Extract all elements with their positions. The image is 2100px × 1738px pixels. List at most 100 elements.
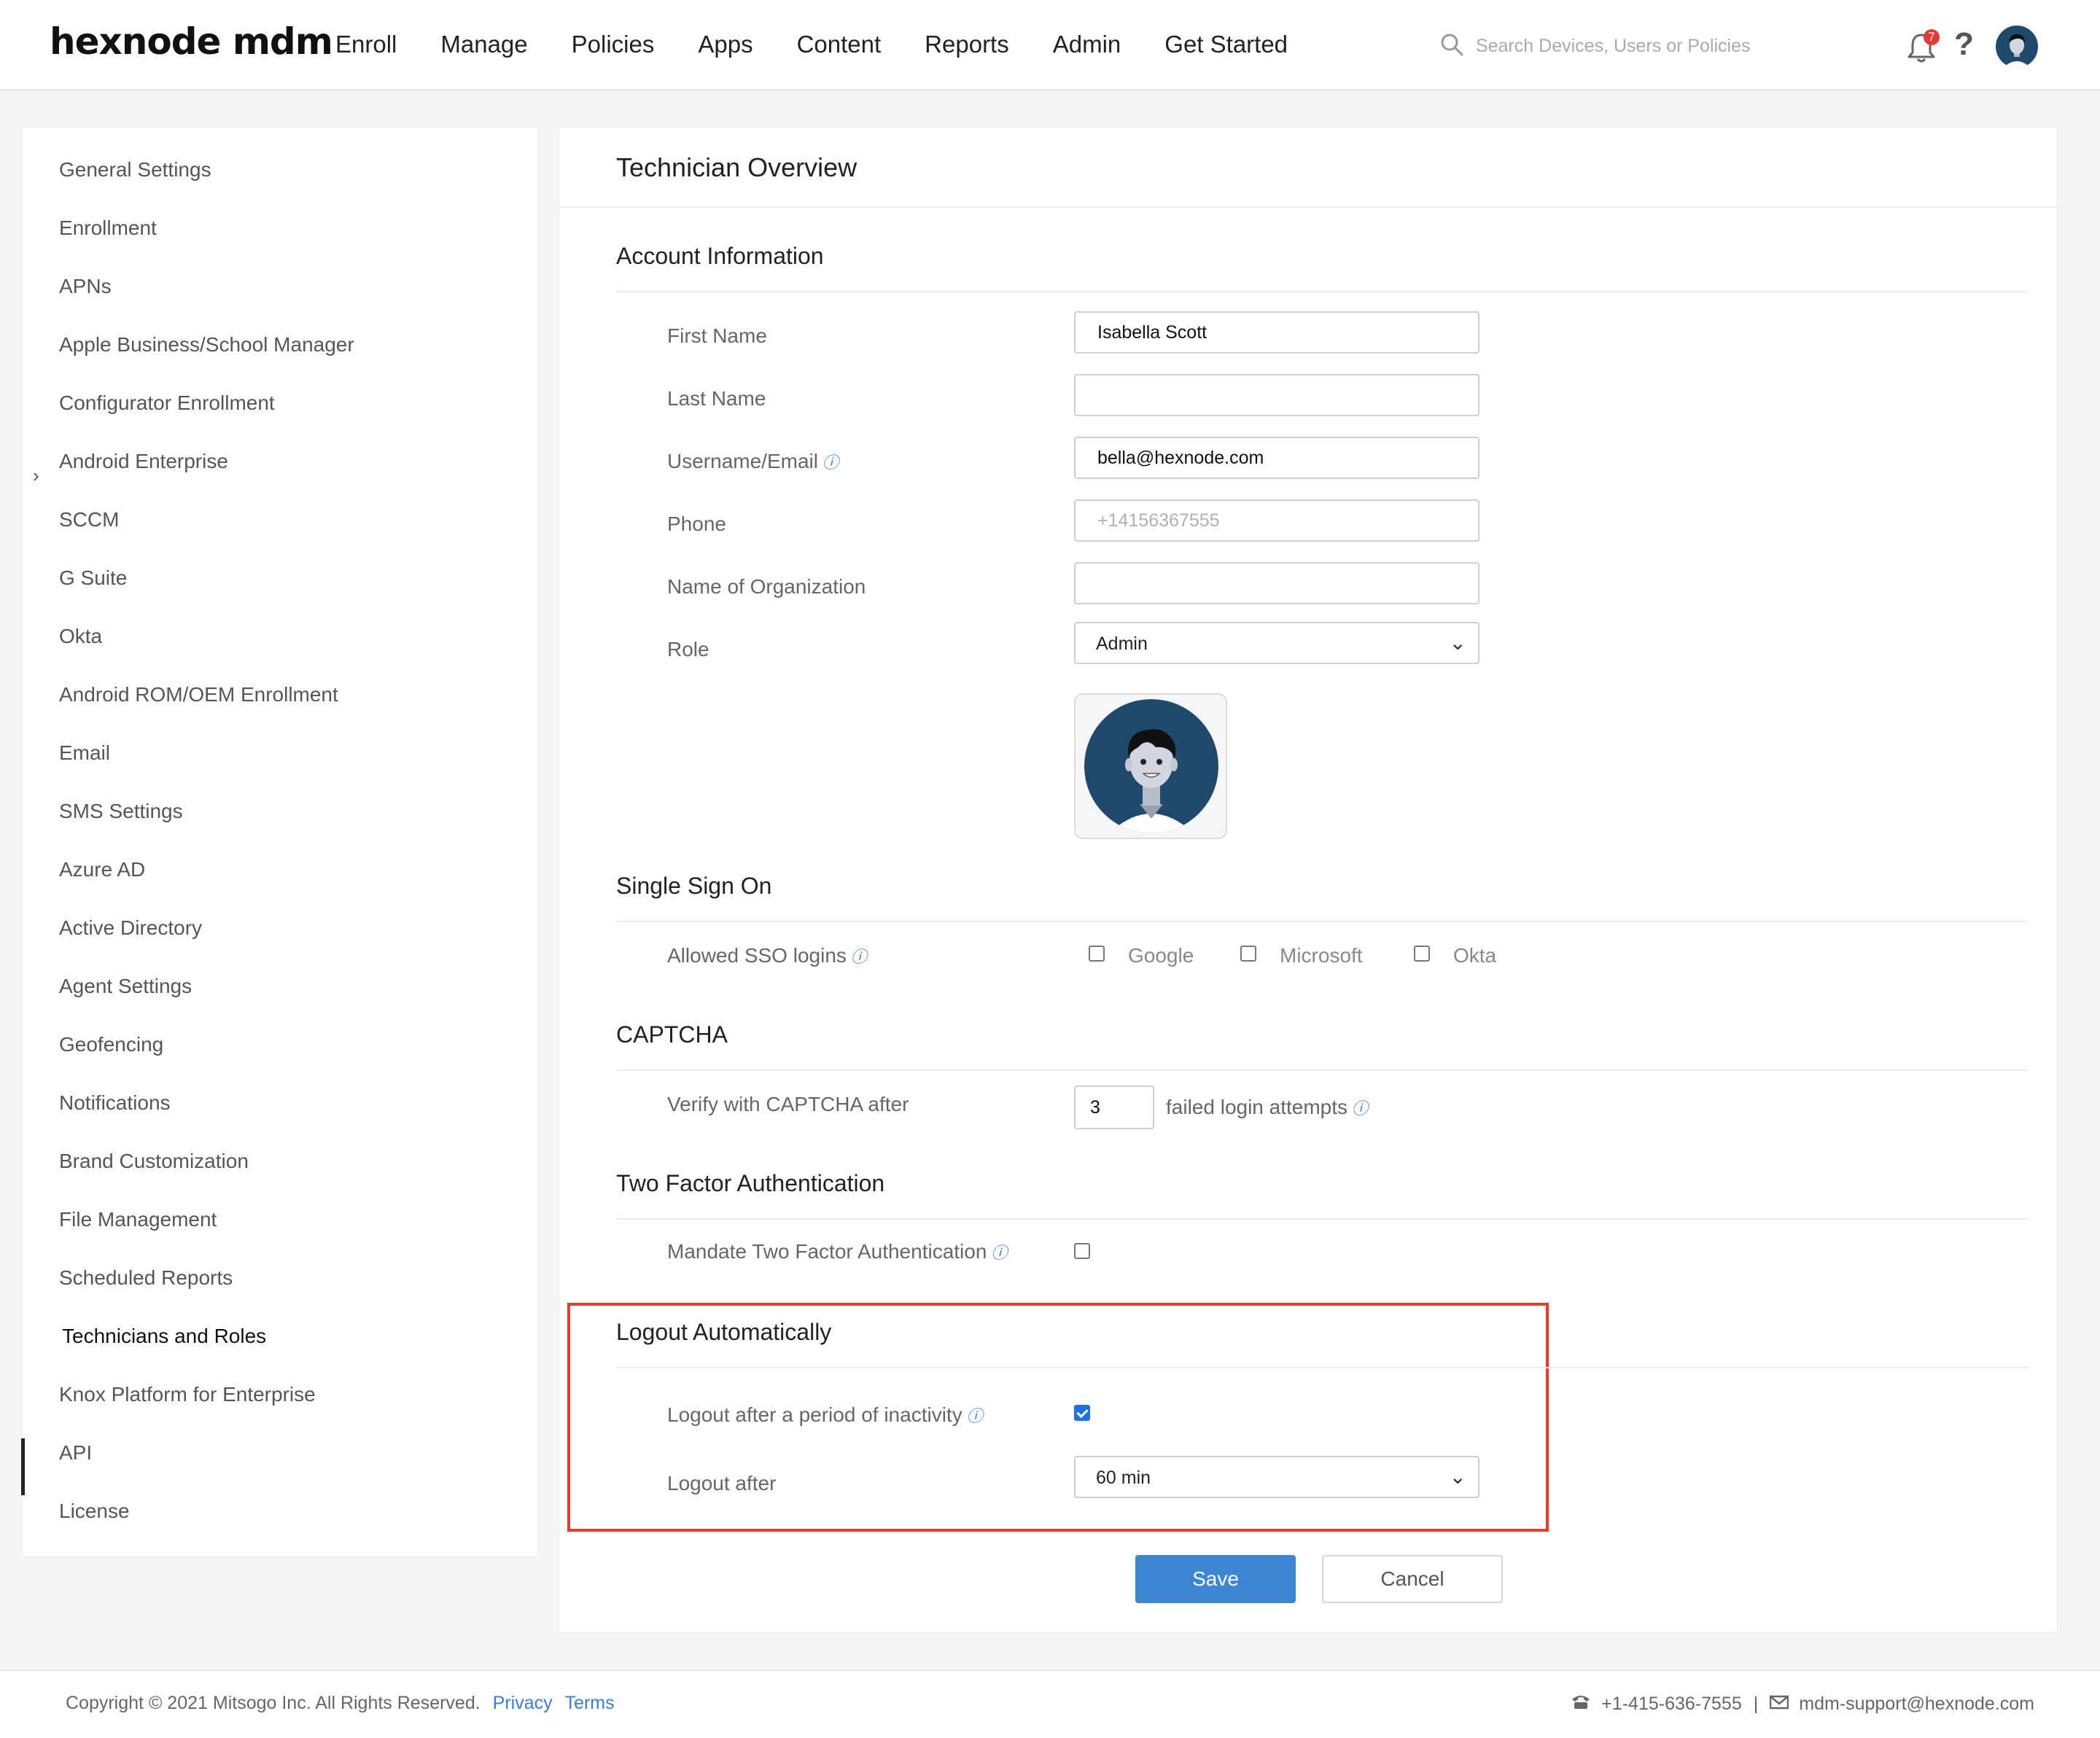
sidebar-item-general-settings[interactable]: General Settings (59, 158, 211, 182)
sidebar-item-scheduled-reports[interactable]: Scheduled Reports (59, 1266, 233, 1290)
sidebar-item-active-directory[interactable]: Active Directory (59, 916, 202, 940)
phone-field[interactable] (1074, 499, 1479, 542)
sso-microsoft-checkbox[interactable] (1240, 946, 1256, 962)
divider (559, 206, 2057, 208)
search-input[interactable] (1474, 35, 1784, 58)
support-email[interactable]: mdm-support@hexnode.com (1799, 1694, 2034, 1715)
sidebar-item-azure-ad[interactable]: Azure AD (59, 858, 145, 881)
section-two-factor-authentication: Two Factor Authentication (616, 1170, 885, 1196)
role-select-value: Admin (1096, 634, 1148, 654)
sidebar-item-notifications[interactable]: Notifications (59, 1091, 171, 1115)
save-button[interactable]: Save (1135, 1555, 1296, 1603)
page-footer: Copyright © 2021 Mitsogo Inc. All Rights… (0, 1669, 2100, 1738)
settings-sidebar: › General Settings Enrollment APNs Apple… (21, 127, 538, 1557)
sidebar-item-apns[interactable]: APNs (59, 275, 112, 298)
nav-get-started[interactable]: Get Started (1164, 31, 1288, 58)
sidebar-item-sms-settings[interactable]: SMS Settings (59, 800, 183, 823)
nav-apps[interactable]: Apps (698, 31, 752, 58)
organization-name-field[interactable] (1074, 562, 1479, 604)
nav-reports[interactable]: Reports (925, 31, 1009, 58)
info-icon[interactable]: ⓘ (822, 450, 839, 473)
footer-copyright: Copyright © 2021 Mitsogo Inc. All Rights… (66, 1693, 615, 1714)
hexnode-logo[interactable]: hexnode mdm (50, 20, 333, 63)
divider (616, 1218, 2028, 1220)
footer-contact: +1-415-636-7555 | mdm-support@hexnode.co… (1571, 1693, 2034, 1715)
privacy-link[interactable]: Privacy (493, 1693, 553, 1713)
main-nav: Enroll Manage Policies Apps Content Repo… (335, 0, 1331, 89)
cancel-button[interactable]: Cancel (1322, 1555, 1503, 1603)
captcha-attempts-field[interactable] (1074, 1086, 1154, 1129)
sidebar-item-brand-customization[interactable]: Brand Customization (59, 1150, 249, 1173)
sidebar-item-knox-platform[interactable]: Knox Platform for Enterprise (59, 1383, 316, 1406)
sso-microsoft-label[interactable]: Microsoft (1280, 944, 1363, 967)
copyright-text: Copyright © 2021 Mitsogo Inc. All Rights… (66, 1693, 481, 1713)
contact-separator: | (1753, 1694, 1759, 1714)
logout-after-label: Logout after (667, 1472, 777, 1495)
sso-okta-label[interactable]: Okta (1453, 944, 1496, 967)
help-icon[interactable]: ? (1954, 26, 1974, 63)
search-icon[interactable] (1439, 32, 1464, 61)
mandate-2fa-label: Mandate Two Factor Authentication ⓘ (667, 1240, 1007, 1263)
role-select[interactable]: Admin ⌄ (1074, 622, 1479, 664)
logout-inactivity-label-text: Logout after a period of inactivity (667, 1403, 962, 1426)
info-icon[interactable]: ⓘ (967, 1403, 983, 1427)
user-avatar-icon[interactable] (1995, 25, 2039, 72)
sidebar-item-license[interactable]: License (59, 1500, 130, 1523)
sidebar-item-enrollment[interactable]: Enrollment (59, 217, 157, 240)
failed-login-attempts-text: failed login attempts (1166, 1096, 1348, 1118)
first-name-field[interactable] (1074, 311, 1479, 354)
notifications-button[interactable]: 7 (1906, 29, 1940, 68)
sidebar-item-android-enterprise[interactable]: Android Enterprise (59, 450, 228, 473)
chevron-down-icon: ⌄ (1449, 631, 1466, 654)
sidebar-item-technicians-and-roles[interactable]: Technicians and Roles (62, 1325, 266, 1348)
nav-policies[interactable]: Policies (572, 31, 655, 58)
section-logout-automatically: Logout Automatically (616, 1319, 832, 1345)
global-search (1439, 32, 1784, 61)
sidebar-item-sccm[interactable]: SCCM (59, 508, 119, 531)
nav-admin[interactable]: Admin (1053, 31, 1121, 58)
sidebar-item-file-management[interactable]: File Management (59, 1208, 217, 1231)
last-name-field[interactable] (1074, 374, 1479, 416)
support-phone[interactable]: +1-415-636-7555 (1601, 1694, 1742, 1715)
sidebar-item-android-rom-oem-enrollment[interactable]: Android ROM/OEM Enrollment (59, 683, 338, 706)
sso-okta-checkbox[interactable] (1414, 946, 1430, 962)
info-icon[interactable]: ⓘ (991, 1240, 1007, 1263)
terms-link[interactable]: Terms (565, 1693, 615, 1713)
info-icon[interactable]: ⓘ (1352, 1096, 1368, 1119)
logout-inactivity-label: Logout after a period of inactivity ⓘ (667, 1403, 983, 1427)
nav-content[interactable]: Content (797, 31, 882, 58)
section-captcha: CAPTCHA (616, 1021, 728, 1048)
sidebar-item-email[interactable]: Email (59, 741, 110, 765)
user-avatar-icon (1084, 699, 1218, 833)
sidebar-item-agent-settings[interactable]: Agent Settings (59, 975, 192, 998)
nav-enroll[interactable]: Enroll (335, 31, 397, 58)
sidebar-item-apple-business-school-manager[interactable]: Apple Business/School Manager (59, 333, 354, 356)
info-icon[interactable]: ⓘ (851, 944, 867, 967)
captcha-verify-label: Verify with CAPTCHA after (667, 1093, 909, 1115)
sidebar-item-configurator-enrollment[interactable]: Configurator Enrollment (59, 391, 275, 415)
sidebar-item-okta[interactable]: Okta (59, 625, 102, 648)
sidebar-item-g-suite[interactable]: G Suite (59, 566, 127, 590)
logout-after-select[interactable]: 60 min ⌄ (1074, 1456, 1479, 1498)
active-item-indicator (21, 1438, 25, 1495)
chevron-right-icon[interactable]: › (33, 464, 39, 487)
phone-icon (1571, 1693, 1591, 1715)
sso-google-label[interactable]: Google (1128, 944, 1194, 967)
technician-avatar-upload[interactable] (1074, 693, 1227, 839)
top-navigation-bar: hexnode mdm Enroll Manage Policies Apps … (0, 0, 2100, 90)
divider (616, 1069, 2028, 1071)
role-label: Role (667, 638, 709, 660)
logout-inactivity-checkbox[interactable] (1074, 1405, 1090, 1421)
sso-google-checkbox[interactable] (1089, 946, 1105, 962)
divider (616, 1367, 2028, 1368)
username-email-field[interactable] (1074, 437, 1479, 479)
nav-manage[interactable]: Manage (440, 31, 527, 58)
mandate-2fa-checkbox[interactable] (1074, 1243, 1090, 1259)
sidebar-item-api[interactable]: API (59, 1441, 92, 1465)
first-name-label: First Name (667, 324, 767, 347)
allowed-sso-logins-label-text: Allowed SSO logins (667, 944, 847, 967)
divider (616, 921, 2028, 922)
sidebar-item-geofencing[interactable]: Geofencing (59, 1033, 163, 1056)
bell-icon (1906, 34, 1937, 67)
page-title: Technician Overview (616, 152, 858, 182)
